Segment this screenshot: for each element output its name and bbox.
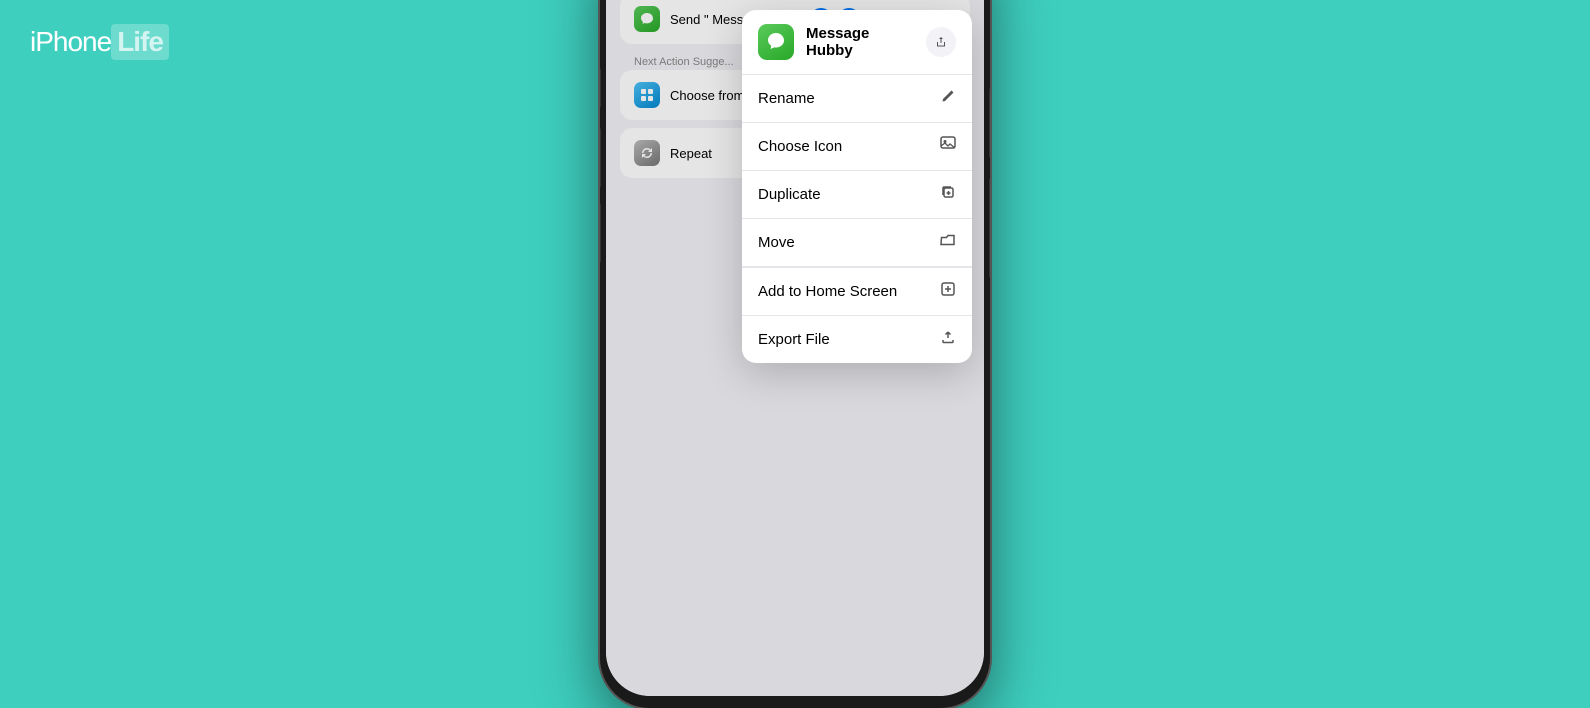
phone-screen: Message Pickle ▾ Done Send " Mess... [606,0,984,696]
logo: iPhoneLife [30,24,169,60]
cm-share-button[interactable] [926,27,956,57]
logo-iphone-text: iPhone [30,26,111,58]
choose-icon-menu-item[interactable]: Choose Icon [742,123,972,171]
move-label: Move [758,234,795,251]
move-menu-item[interactable]: Move [742,219,972,267]
duplicate-label: Duplicate [758,186,821,203]
cm-app-icon [758,24,794,60]
power-button2 [989,178,990,278]
add-home-label: Add to Home Screen [758,283,897,300]
duplicate-icon [940,184,956,205]
volume-down-button [600,203,601,263]
choose-icon-icon [940,136,956,157]
export-file-menu-item[interactable]: Export File [742,316,972,363]
context-menu: Message Hubby Rename [742,10,972,363]
phone-frame: Message Pickle ▾ Done Send " Mess... [600,0,990,708]
rename-icon [940,88,956,109]
logo-life-text: Life [111,24,169,60]
choose-icon-label: Choose Icon [758,138,842,155]
context-menu-header: Message Hubby [742,10,972,75]
export-file-label: Export File [758,331,830,348]
duplicate-menu-item[interactable]: Duplicate [742,171,972,219]
add-to-home-screen-menu-item[interactable]: Add to Home Screen [742,268,972,316]
power-button [989,88,990,158]
add-home-icon [940,281,956,302]
context-menu-overlay: Message Hubby Rename [606,0,984,696]
volume-up-button [600,128,601,188]
rename-menu-item[interactable]: Rename [742,75,972,123]
screen-content: Message Pickle ▾ Done Send " Mess... [606,0,984,696]
export-file-icon [940,329,956,350]
cm-app-name: Message Hubby [806,25,914,59]
mute-button [600,68,601,108]
move-icon [940,232,956,253]
rename-label: Rename [758,90,815,107]
